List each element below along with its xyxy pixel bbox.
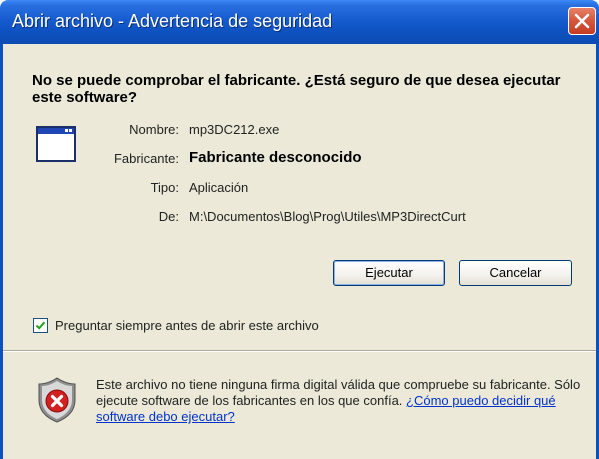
from-label: De:: [158, 209, 179, 224]
warning-message: Este archivo no tiene ninguna firma digi…: [96, 377, 591, 425]
title-bar[interactable]: Abrir archivo - Advertencia de seguridad: [0, 0, 599, 44]
type-value: Aplicación: [189, 180, 249, 195]
run-button[interactable]: Ejecutar: [333, 260, 445, 286]
checkmark-icon: [35, 321, 46, 330]
close-icon: [574, 13, 590, 29]
publisher-value: Fabricante desconocido: [189, 149, 362, 166]
close-button[interactable]: [568, 7, 596, 35]
security-warning-dialog: Abrir archivo - Advertencia de seguridad…: [0, 0, 599, 459]
publisher-label: Fabricante:: [113, 151, 179, 166]
always-ask-label[interactable]: Preguntar siempre antes de abrir este ar…: [55, 318, 319, 333]
from-value: M:\Documentos\Blog\Prog\Utiles\MP3Direct…: [189, 209, 466, 224]
question-text: No se puede comprobar el fabricante. ¿Es…: [32, 72, 561, 106]
type-label: Tipo:: [150, 180, 179, 195]
cancel-button[interactable]: Cancelar: [459, 260, 572, 286]
always-ask-checkbox[interactable]: [33, 318, 48, 333]
window-title: Abrir archivo - Advertencia de seguridad: [12, 11, 333, 31]
shield-error-icon: [38, 377, 76, 423]
name-value: mp3DC212.exe: [189, 122, 280, 137]
separator: [3, 350, 596, 352]
name-label: Nombre:: [129, 122, 179, 137]
